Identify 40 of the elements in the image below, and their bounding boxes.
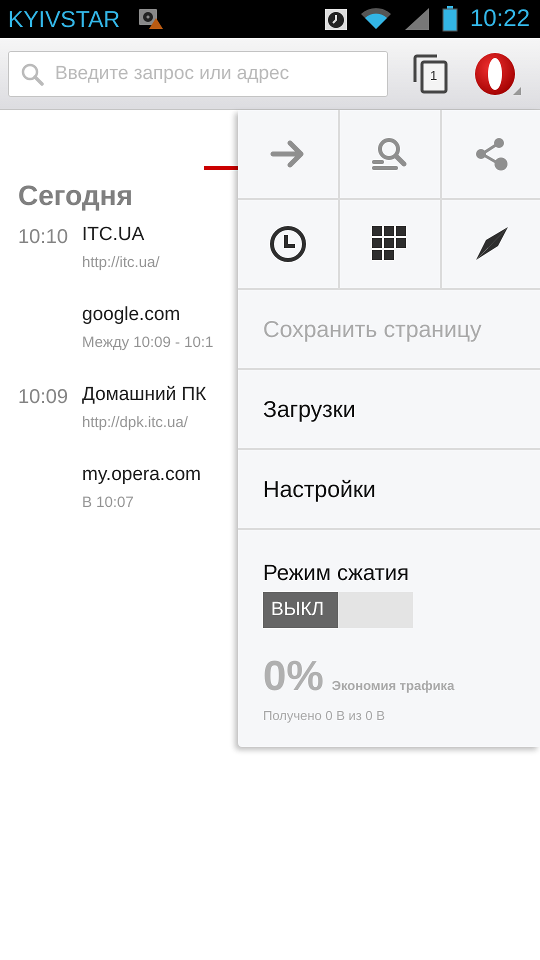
- search-icon: [20, 62, 44, 86]
- history-title[interactable]: my.opera.com: [82, 464, 201, 486]
- opera-logo-icon: [474, 52, 522, 96]
- battery-icon: [442, 6, 458, 32]
- arrow-icon: [270, 139, 306, 169]
- tabs-button[interactable]: 1: [410, 52, 450, 96]
- history-subtitle: http://itc.ua/: [82, 254, 160, 271]
- wifi-icon: [360, 7, 392, 31]
- compression-label: Режим сжатия: [263, 560, 409, 586]
- carrier-name: KYIVSTAR: [8, 6, 120, 32]
- menu-item[interactable]: Настройки: [238, 450, 540, 530]
- clock-icon: [269, 225, 307, 263]
- find-in-page-icon: [371, 136, 409, 172]
- clock: 10:22: [470, 5, 530, 33]
- section-heading: Сегодня: [17, 179, 134, 213]
- discover-button[interactable]: [442, 200, 540, 288]
- tile-grid-icon: [372, 226, 408, 262]
- menu-item[interactable]: Загрузки: [238, 370, 540, 450]
- received-data: Получено 0 В из 0 В: [263, 708, 385, 723]
- history-subtitle: http://dpk.itc.ua/: [82, 414, 189, 431]
- history-title[interactable]: Домашний ПК: [82, 384, 206, 406]
- history-title[interactable]: google.com: [82, 304, 214, 326]
- alarm-clock-icon: [324, 7, 348, 31]
- tabs-icon: [412, 54, 448, 94]
- visit-time: 10:09: [18, 386, 68, 408]
- savings-percent: 0%: [263, 652, 324, 700]
- savings-label: Экономия трафика: [332, 678, 454, 693]
- history-title[interactable]: ITC.UA: [82, 224, 160, 246]
- opera-menu-button[interactable]: [474, 52, 522, 96]
- sd-card-warning-icon: [138, 8, 164, 30]
- history-subtitle: В 10:07: [82, 494, 135, 511]
- signal-icon: [404, 7, 430, 31]
- address-field[interactable]: Введите запрос или адрес: [8, 50, 388, 96]
- visit-time: 10:10: [18, 226, 68, 248]
- compression-toggle[interactable]: ВЫКЛ: [263, 592, 413, 628]
- share-icon: [474, 137, 510, 171]
- history-subtitle: Между 10:09 - 10:1: [82, 334, 214, 351]
- compass-needle-icon: [474, 226, 510, 262]
- speed-dial-button[interactable]: [340, 200, 440, 288]
- history-button[interactable]: [238, 200, 338, 288]
